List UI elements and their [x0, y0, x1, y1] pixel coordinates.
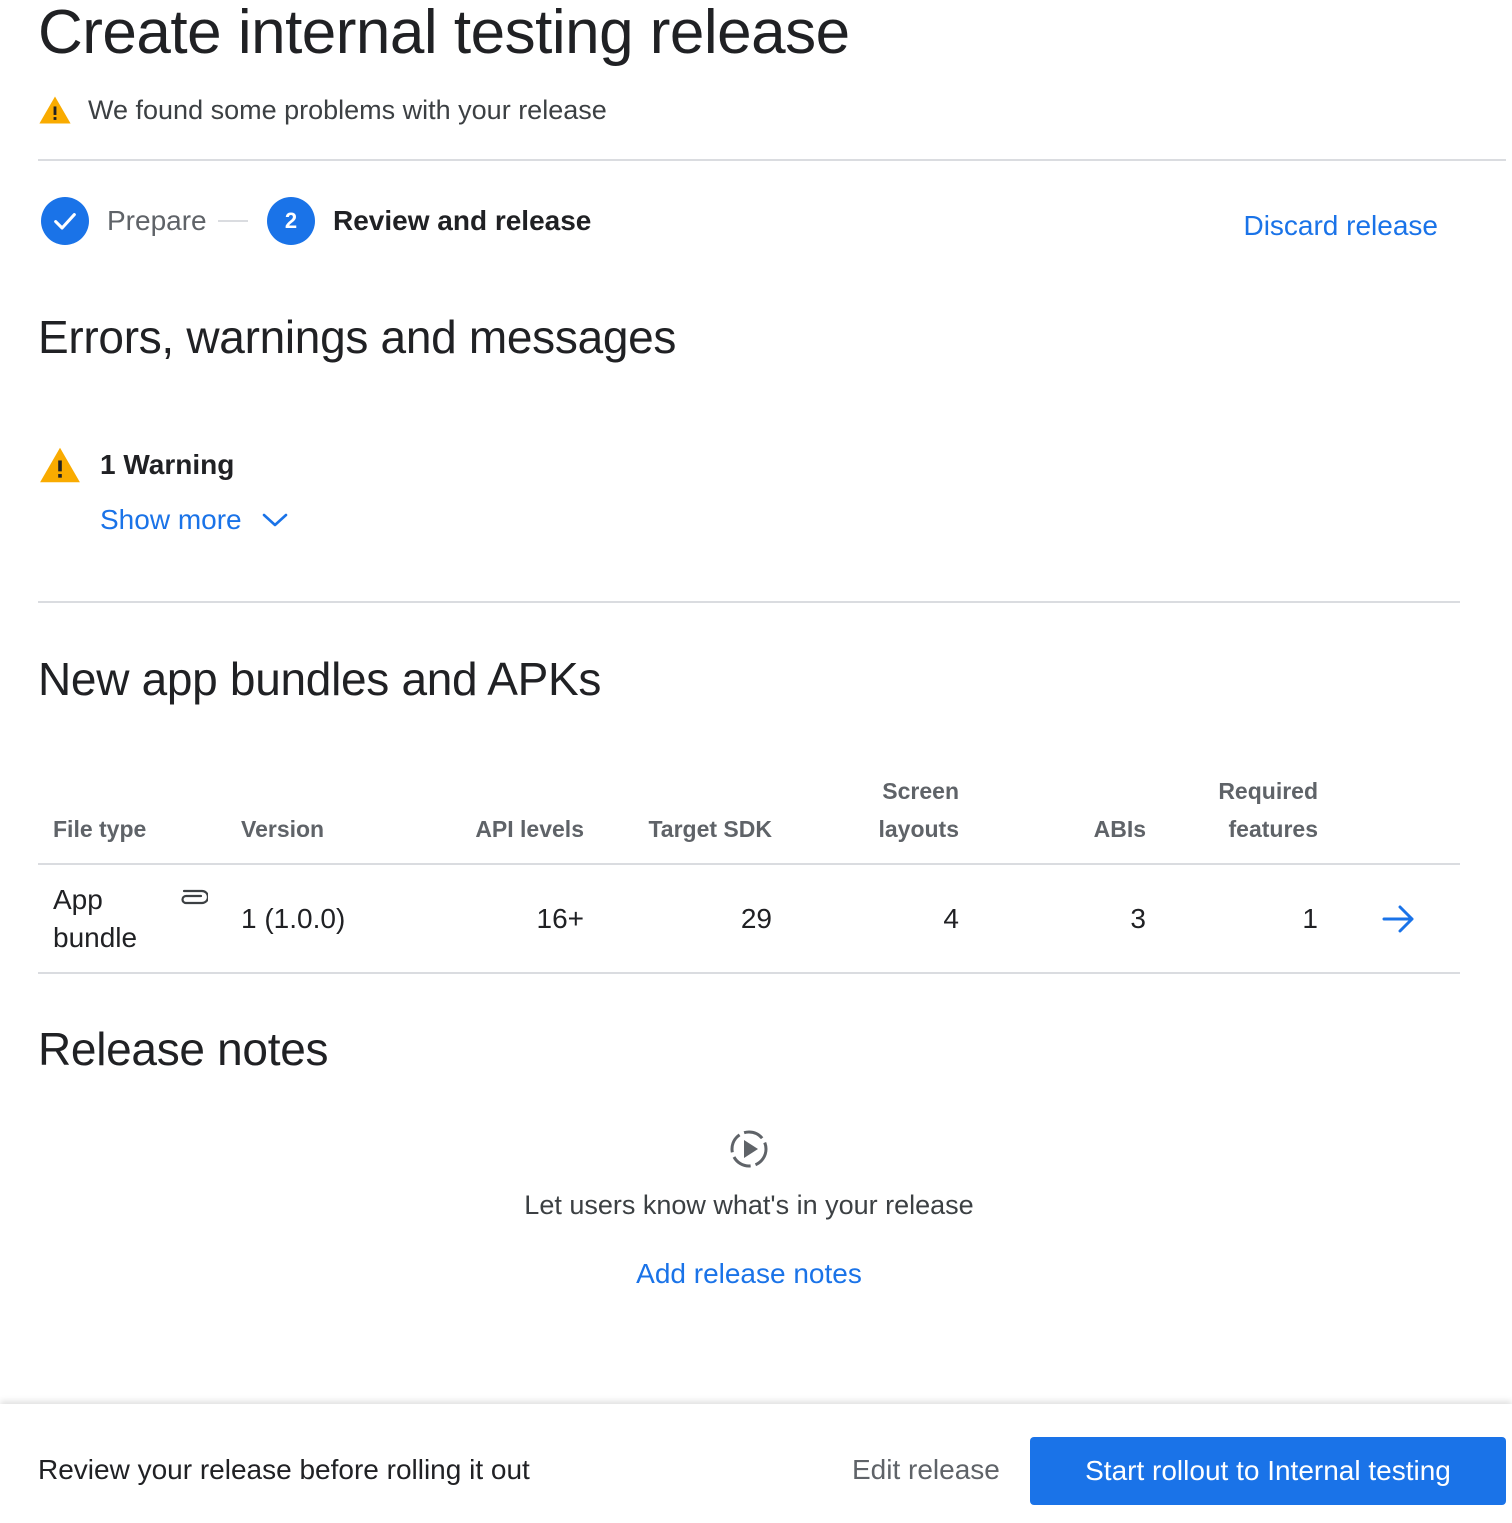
add-release-notes-button[interactable]: Add release notes	[0, 1258, 1498, 1290]
step-connector	[218, 220, 248, 222]
step-number-badge: 2	[267, 197, 315, 245]
release-notes-empty-text: Let users know what's in your release	[524, 1190, 974, 1220]
column-header-required-features-line1: Required	[1218, 778, 1318, 804]
cell-screen-layouts: 4	[943, 903, 959, 934]
show-more-button[interactable]: Show more	[100, 504, 288, 536]
footer-bar: Review your release before rolling it ou…	[0, 1404, 1512, 1523]
warning-icon	[40, 447, 80, 483]
play-circle-icon	[730, 1130, 768, 1168]
add-release-notes-label: Add release notes	[636, 1258, 862, 1289]
step-complete-badge	[41, 197, 89, 245]
section-divider	[38, 601, 1460, 603]
column-header-target-sdk: Target SDK	[648, 816, 772, 842]
step-prepare[interactable]: Prepare	[41, 197, 207, 245]
column-header-version: Version	[241, 816, 325, 842]
cell-target-sdk: 29	[740, 903, 772, 934]
page-title: Create internal testing release	[38, 0, 850, 67]
column-header-screen-layouts-line1: Screen	[882, 778, 959, 804]
edit-release-button[interactable]: Edit release	[838, 1442, 1014, 1498]
chevron-down-icon	[262, 513, 287, 527]
column-header-abis: ABIs	[1093, 816, 1146, 842]
show-more-label: Show more	[100, 504, 242, 535]
attachment-icon	[181, 889, 208, 905]
step-label: Prepare	[107, 205, 207, 236]
alert-text: We found some problems with your release	[88, 94, 607, 125]
column-header-screen-layouts-line2: layouts	[878, 816, 959, 842]
warning-summary: 1 Warning	[38, 446, 234, 484]
header-divider	[38, 159, 1506, 161]
discard-release-button[interactable]: Discard release	[1243, 210, 1438, 242]
arrow-right-icon[interactable]	[1382, 904, 1416, 934]
messages-heading: Errors, warnings and messages	[38, 311, 677, 363]
warning-icon	[39, 96, 71, 124]
step-review-and-release[interactable]: 2 Review and release	[267, 197, 591, 245]
cell-api-levels: 16+	[536, 903, 585, 934]
cell-file-type-line1: App	[53, 884, 103, 915]
column-header-file-type: File type	[53, 816, 147, 842]
bundles-heading: New app bundles and APKs	[38, 653, 602, 705]
release-notes-heading: Release notes	[38, 1023, 329, 1075]
warning-count: 1 Warning	[100, 449, 235, 480]
start-rollout-button[interactable]: Start rollout to Internal testing	[1030, 1437, 1506, 1505]
problem-alert: We found some problems with your release	[38, 90, 607, 130]
table-header-divider	[38, 863, 1460, 865]
cell-abis: 3	[1130, 903, 1146, 934]
checkmark-icon	[54, 213, 76, 230]
cell-required-features: 1	[1302, 903, 1318, 934]
release-page: Create internal testing release We found…	[0, 0, 1512, 1523]
step-label: Review and release	[333, 205, 592, 236]
cell-file-type-line2: bundle	[53, 922, 138, 953]
table-bottom-divider	[38, 972, 1460, 974]
footer-text: Review your release before rolling it ou…	[38, 1454, 530, 1485]
column-header-required-features-line2: features	[1228, 816, 1318, 842]
cell-version: 1 (1.0.0)	[241, 903, 346, 934]
column-header-api-levels: API levels	[475, 816, 584, 842]
